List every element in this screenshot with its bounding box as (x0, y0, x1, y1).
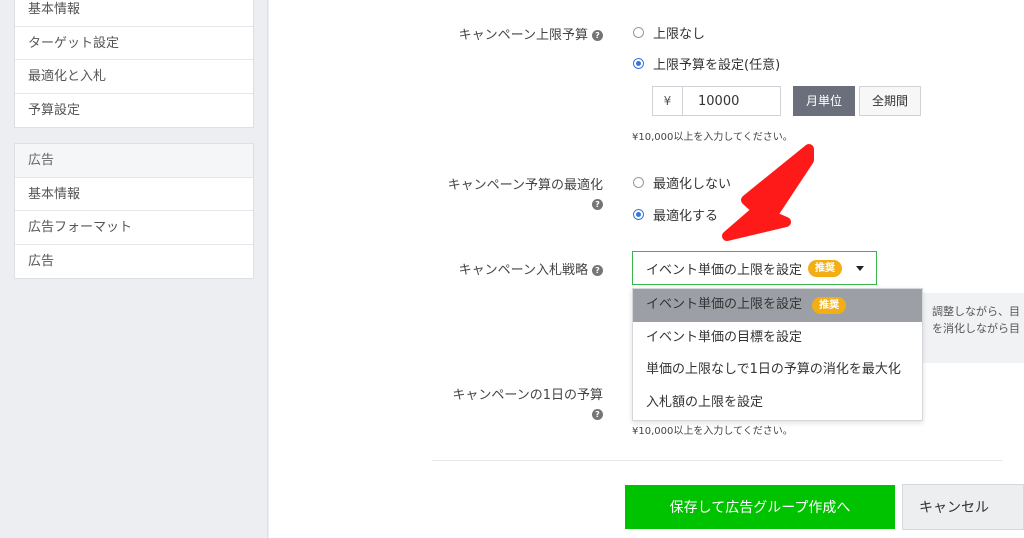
daily-budget-label: キャンペーンの1日の予算 ? (452, 388, 603, 420)
question-circle-icon[interactable]: ? (592, 265, 603, 276)
sidebar-item-basic-info[interactable]: 基本情報 (15, 0, 253, 27)
question-circle-icon[interactable]: ? (592, 199, 603, 210)
recommended-badge: 推奨 (808, 259, 843, 277)
dropdown-option[interactable]: 単価の上限なしで1日の予算の消化を最大化 (633, 354, 922, 387)
radio-selected-icon (633, 209, 644, 220)
save-and-create-adgroup-button[interactable]: 保存して広告グループ作成へ (625, 485, 895, 529)
period-all-button[interactable]: 全期間 (859, 86, 922, 116)
dropdown-option[interactable]: 入札額の上限を設定 (633, 387, 922, 420)
daily-budget-hint: ¥10,000以上を入力してください。 (632, 426, 793, 437)
dropdown-option[interactable]: イベント単価の上限を設定 推奨 (633, 289, 922, 322)
budget-amount-group: ¥ (652, 86, 781, 116)
radio-circle-icon (633, 177, 644, 188)
radio-circle-icon (633, 27, 644, 38)
bid-strategy-description: 調整しながら、目 を消化しながら目 (909, 293, 1024, 363)
nav-group-ad: 広告 基本情報 広告フォーマット 広告 (14, 143, 254, 279)
main-form: キャンペーン上限予算? 上限なし 上限予算を設定(任意) ¥ 月単位 全期間 ¥… (269, 0, 1024, 538)
radio-selected-icon (633, 58, 644, 69)
period-month-button[interactable]: 月単位 (793, 86, 856, 116)
sidebar-item-optimization[interactable]: 最適化と入札 (15, 60, 253, 94)
question-circle-icon[interactable]: ? (592, 409, 603, 420)
dropdown-option[interactable]: イベント単価の目標を設定 (633, 322, 922, 355)
sidebar-item-budget[interactable]: 予算設定 (15, 94, 253, 128)
cancel-button[interactable]: キャンセル (902, 484, 1024, 530)
bid-strategy-select[interactable]: イベント単価の上限を設定 推奨 (632, 251, 877, 285)
caret-down-icon (856, 266, 864, 271)
radio-no-cap[interactable]: 上限なし (633, 23, 705, 42)
sidebar-item-ad[interactable]: 広告 (15, 245, 253, 279)
bid-strategy-dropdown: イベント単価の上限を設定 推奨 イベント単価の目標を設定 単価の上限なしで1日の… (632, 288, 923, 421)
budget-amount-input[interactable] (682, 86, 781, 116)
currency-prefix: ¥ (652, 86, 682, 116)
sidebar-item-target[interactable]: ターゲット設定 (15, 27, 253, 60)
budget-cap-label: キャンペーン上限予算? (459, 24, 603, 43)
recommended-badge: 推奨 (812, 297, 847, 314)
budget-opt-label: キャンペーン予算の最適化 ? (447, 178, 603, 210)
question-circle-icon[interactable]: ? (592, 30, 603, 41)
radio-no-optimize[interactable]: 最適化しない (633, 173, 731, 192)
nav-group-campaign: 基本情報 ターゲット設定 最適化と入札 予算設定 (14, 0, 254, 128)
bid-strategy-label: キャンペーン入札戦略? (459, 259, 603, 278)
sidebar-item-ad-format[interactable]: 広告フォーマット (15, 211, 253, 245)
budget-cap-hint: ¥10,000以上を入力してください。 (632, 132, 793, 143)
radio-set-cap[interactable]: 上限予算を設定(任意) (633, 54, 780, 73)
sidebar: 基本情報 ターゲット設定 最適化と入札 予算設定 広告 基本情報 広告フォーマッ… (0, 0, 268, 538)
form-divider (432, 460, 1002, 461)
sidebar-section-ad: 広告 (15, 144, 253, 178)
sidebar-item-ad-basic-info[interactable]: 基本情報 (15, 178, 253, 211)
radio-optimize[interactable]: 最適化する (633, 205, 718, 224)
